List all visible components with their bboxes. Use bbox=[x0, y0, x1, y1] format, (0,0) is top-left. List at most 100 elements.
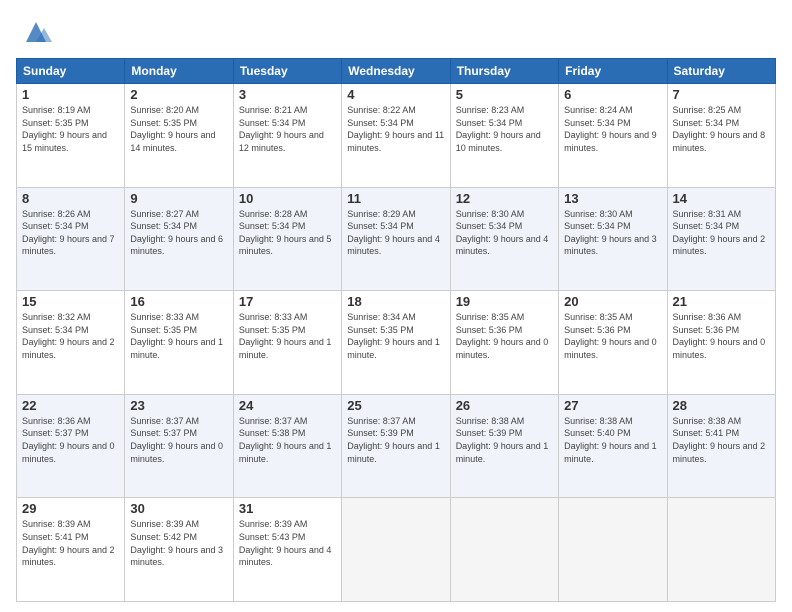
day-info: Sunrise: 8:24 AMSunset: 5:34 PMDaylight:… bbox=[564, 105, 657, 153]
calendar-cell: 17 Sunrise: 8:33 AMSunset: 5:35 PMDaylig… bbox=[233, 291, 341, 395]
day-info: Sunrise: 8:22 AMSunset: 5:34 PMDaylight:… bbox=[347, 105, 444, 153]
calendar-week-row: 15 Sunrise: 8:32 AMSunset: 5:34 PMDaylig… bbox=[17, 291, 776, 395]
day-info: Sunrise: 8:20 AMSunset: 5:35 PMDaylight:… bbox=[130, 105, 215, 153]
day-info: Sunrise: 8:30 AMSunset: 5:34 PMDaylight:… bbox=[456, 209, 549, 257]
logo bbox=[16, 16, 52, 48]
day-info: Sunrise: 8:37 AMSunset: 5:37 PMDaylight:… bbox=[130, 416, 223, 464]
day-number: 9 bbox=[130, 191, 227, 206]
calendar-cell: 18 Sunrise: 8:34 AMSunset: 5:35 PMDaylig… bbox=[342, 291, 450, 395]
day-info: Sunrise: 8:29 AMSunset: 5:34 PMDaylight:… bbox=[347, 209, 440, 257]
day-number: 13 bbox=[564, 191, 661, 206]
weekday-header: Saturday bbox=[667, 59, 775, 84]
day-number: 6 bbox=[564, 87, 661, 102]
day-info: Sunrise: 8:39 AMSunset: 5:43 PMDaylight:… bbox=[239, 519, 332, 567]
calendar-cell: 10 Sunrise: 8:28 AMSunset: 5:34 PMDaylig… bbox=[233, 187, 341, 291]
day-info: Sunrise: 8:30 AMSunset: 5:34 PMDaylight:… bbox=[564, 209, 657, 257]
calendar-week-row: 1 Sunrise: 8:19 AMSunset: 5:35 PMDayligh… bbox=[17, 84, 776, 188]
calendar-body: 1 Sunrise: 8:19 AMSunset: 5:35 PMDayligh… bbox=[17, 84, 776, 602]
day-number: 17 bbox=[239, 294, 336, 309]
weekday-header: Tuesday bbox=[233, 59, 341, 84]
day-info: Sunrise: 8:38 AMSunset: 5:39 PMDaylight:… bbox=[456, 416, 549, 464]
day-info: Sunrise: 8:23 AMSunset: 5:34 PMDaylight:… bbox=[456, 105, 541, 153]
weekday-header: Monday bbox=[125, 59, 233, 84]
day-number: 3 bbox=[239, 87, 336, 102]
day-number: 10 bbox=[239, 191, 336, 206]
day-number: 29 bbox=[22, 501, 119, 516]
day-info: Sunrise: 8:21 AMSunset: 5:34 PMDaylight:… bbox=[239, 105, 324, 153]
day-info: Sunrise: 8:32 AMSunset: 5:34 PMDaylight:… bbox=[22, 312, 115, 360]
calendar-cell: 31 Sunrise: 8:39 AMSunset: 5:43 PMDaylig… bbox=[233, 498, 341, 602]
calendar-cell bbox=[559, 498, 667, 602]
page: SundayMondayTuesdayWednesdayThursdayFrid… bbox=[0, 0, 792, 612]
day-number: 26 bbox=[456, 398, 553, 413]
day-info: Sunrise: 8:26 AMSunset: 5:34 PMDaylight:… bbox=[22, 209, 115, 257]
calendar-cell: 3 Sunrise: 8:21 AMSunset: 5:34 PMDayligh… bbox=[233, 84, 341, 188]
day-number: 12 bbox=[456, 191, 553, 206]
day-number: 19 bbox=[456, 294, 553, 309]
calendar-cell: 5 Sunrise: 8:23 AMSunset: 5:34 PMDayligh… bbox=[450, 84, 558, 188]
calendar-cell: 15 Sunrise: 8:32 AMSunset: 5:34 PMDaylig… bbox=[17, 291, 125, 395]
day-number: 20 bbox=[564, 294, 661, 309]
day-info: Sunrise: 8:36 AMSunset: 5:37 PMDaylight:… bbox=[22, 416, 115, 464]
calendar: SundayMondayTuesdayWednesdayThursdayFrid… bbox=[16, 58, 776, 602]
calendar-week-row: 29 Sunrise: 8:39 AMSunset: 5:41 PMDaylig… bbox=[17, 498, 776, 602]
day-info: Sunrise: 8:37 AMSunset: 5:39 PMDaylight:… bbox=[347, 416, 440, 464]
calendar-cell: 16 Sunrise: 8:33 AMSunset: 5:35 PMDaylig… bbox=[125, 291, 233, 395]
calendar-cell: 21 Sunrise: 8:36 AMSunset: 5:36 PMDaylig… bbox=[667, 291, 775, 395]
day-info: Sunrise: 8:33 AMSunset: 5:35 PMDaylight:… bbox=[239, 312, 332, 360]
day-info: Sunrise: 8:31 AMSunset: 5:34 PMDaylight:… bbox=[673, 209, 766, 257]
calendar-cell: 29 Sunrise: 8:39 AMSunset: 5:41 PMDaylig… bbox=[17, 498, 125, 602]
day-number: 1 bbox=[22, 87, 119, 102]
calendar-cell: 24 Sunrise: 8:37 AMSunset: 5:38 PMDaylig… bbox=[233, 394, 341, 498]
calendar-cell bbox=[342, 498, 450, 602]
calendar-cell: 23 Sunrise: 8:37 AMSunset: 5:37 PMDaylig… bbox=[125, 394, 233, 498]
day-info: Sunrise: 8:35 AMSunset: 5:36 PMDaylight:… bbox=[456, 312, 549, 360]
weekday-header: Wednesday bbox=[342, 59, 450, 84]
calendar-cell: 8 Sunrise: 8:26 AMSunset: 5:34 PMDayligh… bbox=[17, 187, 125, 291]
day-number: 24 bbox=[239, 398, 336, 413]
calendar-cell: 2 Sunrise: 8:20 AMSunset: 5:35 PMDayligh… bbox=[125, 84, 233, 188]
day-info: Sunrise: 8:19 AMSunset: 5:35 PMDaylight:… bbox=[22, 105, 107, 153]
calendar-header-row: SundayMondayTuesdayWednesdayThursdayFrid… bbox=[17, 59, 776, 84]
calendar-cell: 27 Sunrise: 8:38 AMSunset: 5:40 PMDaylig… bbox=[559, 394, 667, 498]
calendar-cell: 22 Sunrise: 8:36 AMSunset: 5:37 PMDaylig… bbox=[17, 394, 125, 498]
calendar-week-row: 8 Sunrise: 8:26 AMSunset: 5:34 PMDayligh… bbox=[17, 187, 776, 291]
calendar-cell: 14 Sunrise: 8:31 AMSunset: 5:34 PMDaylig… bbox=[667, 187, 775, 291]
day-number: 21 bbox=[673, 294, 770, 309]
day-number: 23 bbox=[130, 398, 227, 413]
calendar-cell: 13 Sunrise: 8:30 AMSunset: 5:34 PMDaylig… bbox=[559, 187, 667, 291]
calendar-cell: 11 Sunrise: 8:29 AMSunset: 5:34 PMDaylig… bbox=[342, 187, 450, 291]
day-number: 11 bbox=[347, 191, 444, 206]
day-number: 4 bbox=[347, 87, 444, 102]
day-info: Sunrise: 8:37 AMSunset: 5:38 PMDaylight:… bbox=[239, 416, 332, 464]
weekday-header: Friday bbox=[559, 59, 667, 84]
day-number: 2 bbox=[130, 87, 227, 102]
day-number: 15 bbox=[22, 294, 119, 309]
day-number: 18 bbox=[347, 294, 444, 309]
calendar-cell: 26 Sunrise: 8:38 AMSunset: 5:39 PMDaylig… bbox=[450, 394, 558, 498]
calendar-cell: 19 Sunrise: 8:35 AMSunset: 5:36 PMDaylig… bbox=[450, 291, 558, 395]
calendar-cell: 28 Sunrise: 8:38 AMSunset: 5:41 PMDaylig… bbox=[667, 394, 775, 498]
day-number: 5 bbox=[456, 87, 553, 102]
weekday-header: Thursday bbox=[450, 59, 558, 84]
calendar-cell bbox=[450, 498, 558, 602]
calendar-cell: 30 Sunrise: 8:39 AMSunset: 5:42 PMDaylig… bbox=[125, 498, 233, 602]
day-info: Sunrise: 8:25 AMSunset: 5:34 PMDaylight:… bbox=[673, 105, 766, 153]
calendar-cell: 25 Sunrise: 8:37 AMSunset: 5:39 PMDaylig… bbox=[342, 394, 450, 498]
day-info: Sunrise: 8:27 AMSunset: 5:34 PMDaylight:… bbox=[130, 209, 223, 257]
day-number: 14 bbox=[673, 191, 770, 206]
day-info: Sunrise: 8:35 AMSunset: 5:36 PMDaylight:… bbox=[564, 312, 657, 360]
calendar-cell: 7 Sunrise: 8:25 AMSunset: 5:34 PMDayligh… bbox=[667, 84, 775, 188]
day-number: 7 bbox=[673, 87, 770, 102]
day-info: Sunrise: 8:39 AMSunset: 5:42 PMDaylight:… bbox=[130, 519, 223, 567]
header bbox=[16, 16, 776, 48]
calendar-cell bbox=[667, 498, 775, 602]
day-info: Sunrise: 8:39 AMSunset: 5:41 PMDaylight:… bbox=[22, 519, 115, 567]
day-info: Sunrise: 8:36 AMSunset: 5:36 PMDaylight:… bbox=[673, 312, 766, 360]
day-info: Sunrise: 8:28 AMSunset: 5:34 PMDaylight:… bbox=[239, 209, 332, 257]
day-number: 28 bbox=[673, 398, 770, 413]
day-number: 8 bbox=[22, 191, 119, 206]
calendar-cell: 12 Sunrise: 8:30 AMSunset: 5:34 PMDaylig… bbox=[450, 187, 558, 291]
day-info: Sunrise: 8:38 AMSunset: 5:40 PMDaylight:… bbox=[564, 416, 657, 464]
day-number: 22 bbox=[22, 398, 119, 413]
